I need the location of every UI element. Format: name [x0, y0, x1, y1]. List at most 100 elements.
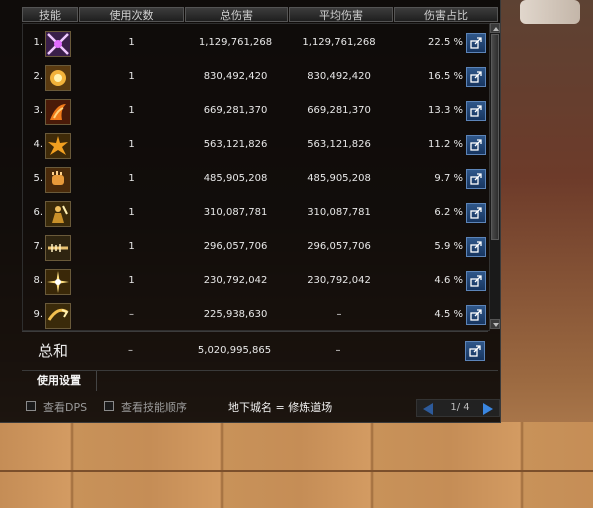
row-average-damage: 563,121,826 — [307, 139, 371, 150]
burst-skill-icon — [45, 65, 71, 91]
row-total-damage: 230,792,042 — [203, 275, 268, 286]
row-damage-share: 5.9 % — [434, 241, 463, 252]
wooden-floor — [0, 422, 593, 508]
view-dps-checkbox[interactable] — [26, 401, 36, 411]
row-rank: 6. — [33, 207, 43, 218]
row-total-damage: 830,492,420 — [203, 71, 268, 82]
row-average-damage: 830,492,420 — [307, 71, 371, 82]
header-average-damage[interactable]: 平均伤害 — [289, 7, 393, 22]
row-damage-share: 16.5 % — [428, 71, 463, 82]
row-average-damage: 310,087,781 — [307, 207, 371, 218]
share-button[interactable] — [466, 135, 486, 155]
explosion-skill-icon — [45, 133, 71, 159]
table-scrollbar[interactable] — [489, 23, 500, 329]
row-rank: 2. — [33, 71, 43, 82]
skill-table: 1. 1 1,129,761,268 1,129,761,268 22.5 % … — [22, 23, 490, 331]
share-button[interactable] — [466, 101, 486, 121]
table-row: 5. 1 485,905,208 485,905,208 9.7 % — [23, 162, 489, 196]
prev-page-icon[interactable] — [423, 403, 433, 415]
star-burst-skill-icon — [45, 269, 71, 295]
row-uses: 1 — [128, 105, 135, 116]
share-icon — [470, 275, 482, 287]
row-rank: 4. — [33, 139, 43, 150]
header-skill[interactable]: 技能 — [22, 7, 78, 22]
arrow-down-icon — [493, 323, 499, 327]
table-row: 6. 1 310,087,781 310,087,781 6.2 % — [23, 196, 489, 230]
total-average-damage: – — [335, 345, 341, 356]
row-damage-share: 9.7 % — [434, 173, 463, 184]
share-icon — [470, 139, 482, 151]
row-average-damage: 485,905,208 — [307, 173, 371, 184]
share-button[interactable] — [466, 33, 486, 53]
total-label: 总和 — [38, 342, 69, 360]
table-header: 技能 使用次数 总伤害 平均伤害 伤害占比 — [22, 7, 500, 22]
row-uses: – — [129, 309, 134, 320]
row-uses: 1 — [128, 139, 135, 150]
row-rank: 1. — [33, 37, 43, 48]
header-damage-share[interactable]: 伤害占比 — [394, 7, 498, 22]
share-button[interactable] — [466, 271, 486, 291]
row-total-damage: 485,905,208 — [203, 173, 268, 184]
header-uses[interactable]: 使用次数 — [79, 7, 184, 22]
share-button[interactable] — [466, 203, 486, 223]
share-icon — [470, 37, 482, 49]
bottom-bar: 查看DPS 查看技能顺序 地下城名 = 修炼道场 1/ 4 — [0, 396, 500, 420]
row-uses: 1 — [128, 71, 135, 82]
view-order-label[interactable]: 查看技能顺序 — [121, 399, 187, 415]
row-damage-share: 11.2 % — [428, 139, 463, 150]
share-button[interactable] — [466, 67, 486, 87]
row-average-damage: 230,792,042 — [307, 275, 371, 286]
total-row: 总和 – 5,020,995,865 – — [22, 334, 500, 368]
row-damage-share: 4.5 % — [434, 309, 463, 320]
pagination: 1/ 4 — [416, 399, 500, 417]
warrior-skill-icon — [45, 201, 71, 227]
row-average-damage: 1,129,761,268 — [302, 37, 376, 48]
next-page-icon[interactable] — [483, 403, 493, 415]
view-dps-label[interactable]: 查看DPS — [43, 399, 87, 415]
row-rank: 3. — [33, 105, 43, 116]
total-damage: 5,020,995,865 — [197, 345, 272, 356]
share-icon — [470, 173, 482, 185]
table-row: 4. 1 563,121,826 563,121,826 11.2 % — [23, 128, 489, 162]
share-button[interactable] — [465, 341, 485, 361]
share-button[interactable] — [466, 169, 486, 189]
table-row: 7. 1 296,057,706 296,057,706 5.9 % — [23, 230, 489, 264]
page-indicator: 1/ 4 — [450, 402, 470, 413]
table-row: 1. 1 1,129,761,268 1,129,761,268 22.5 % — [23, 26, 489, 60]
row-rank: 5. — [33, 173, 43, 184]
fist-skill-icon — [45, 167, 71, 193]
share-icon — [469, 345, 481, 357]
background-character — [520, 0, 580, 24]
row-average-damage: 669,281,370 — [307, 105, 371, 116]
row-damage-share: 22.5 % — [428, 37, 463, 48]
row-damage-share: 4.6 % — [434, 275, 463, 286]
dash-skill-icon — [45, 303, 71, 329]
row-total-damage: 310,087,781 — [203, 207, 268, 218]
row-uses: 1 — [128, 275, 135, 286]
view-order-checkbox[interactable] — [104, 401, 114, 411]
arrow-up-icon — [493, 27, 499, 31]
table-row: 2. 1 830,492,420 830,492,420 16.5 % — [23, 60, 489, 94]
row-damage-share: 6.2 % — [434, 207, 463, 218]
blade-skill-icon — [45, 235, 71, 261]
share-button[interactable] — [466, 305, 486, 325]
table-row: 3. 1 669,281,370 669,281,370 13.3 % — [23, 94, 489, 128]
row-uses: 1 — [128, 173, 135, 184]
row-uses: 1 — [128, 207, 135, 218]
total-uses: – — [128, 345, 133, 356]
row-total-damage: 669,281,370 — [203, 105, 268, 116]
row-total-damage: 563,121,826 — [203, 139, 268, 150]
table-row: 8. 1 230,792,042 230,792,042 4.6 % — [23, 264, 489, 298]
row-uses: 1 — [128, 37, 135, 48]
divider — [22, 331, 488, 332]
header-total-damage[interactable]: 总伤害 — [185, 7, 288, 22]
scroll-up-button[interactable] — [490, 23, 500, 33]
scroll-down-button[interactable] — [490, 319, 500, 329]
tab-usage-settings[interactable]: 使用设置 — [22, 371, 97, 391]
scroll-thumb[interactable] — [491, 34, 499, 240]
row-total-damage: 225,938,630 — [203, 309, 268, 320]
row-rank: 8. — [33, 275, 43, 286]
share-icon — [470, 309, 482, 321]
share-button[interactable] — [466, 237, 486, 257]
row-uses: 1 — [128, 241, 135, 252]
